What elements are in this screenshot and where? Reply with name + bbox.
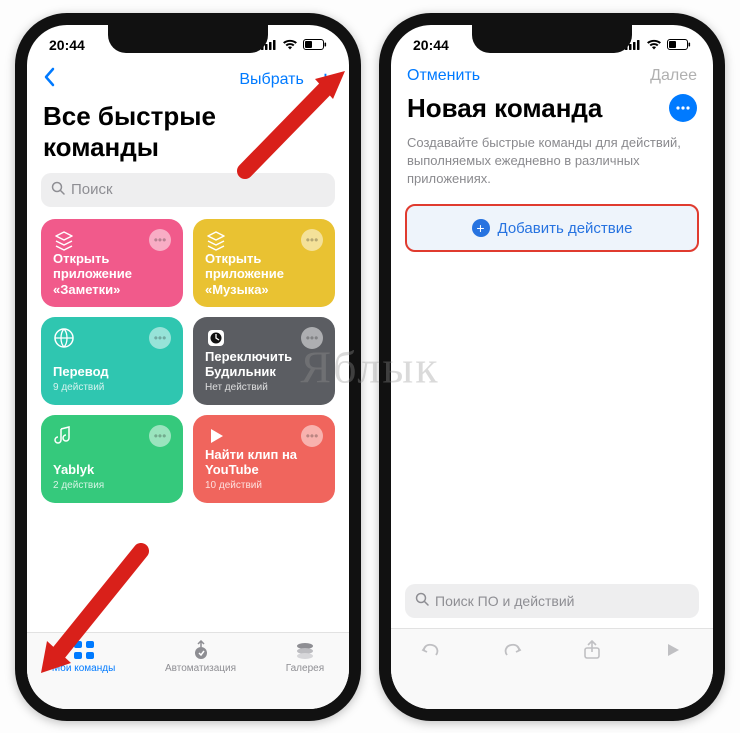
tab-label: Мои команды	[52, 663, 115, 674]
share-button[interactable]	[579, 639, 605, 661]
shortcut-card[interactable]: ••• Перевод 9 действий	[41, 317, 183, 405]
tab-my-commands[interactable]: Мои команды	[52, 639, 115, 674]
add-shortcut-button[interactable]: +	[318, 67, 333, 93]
shortcut-title: Переключить Будильник	[205, 349, 323, 380]
shortcut-icon	[205, 327, 227, 349]
search-placeholder: Поиск	[71, 181, 113, 198]
card-more-button[interactable]: •••	[149, 327, 171, 349]
tab-automation[interactable]: Автоматизация	[165, 639, 236, 674]
shortcut-card[interactable]: •••Открыть приложение «Заметки»	[41, 219, 183, 307]
battery-icon	[667, 39, 691, 50]
plus-icon: +	[472, 219, 490, 237]
undo-button[interactable]	[418, 639, 444, 661]
redo-button[interactable]	[499, 639, 525, 661]
toolbar	[391, 628, 713, 709]
page-title: Все быстрые команды	[27, 97, 349, 173]
add-action-button[interactable]: + Добавить действие	[405, 204, 699, 252]
shortcut-card[interactable]: •••Найти клип на YouTube 10 действий	[193, 415, 335, 503]
search-icon	[415, 592, 429, 609]
shortcut-title: Открыть приложение «Заметки»	[53, 251, 171, 298]
phone-frame-right: 20:44 Отменить Далее Но	[379, 13, 725, 721]
cancel-button[interactable]: Отменить	[407, 67, 480, 85]
card-more-button[interactable]: •••	[149, 425, 171, 447]
shortcut-icon	[53, 425, 75, 447]
shortcut-title: Найти клип на YouTube	[205, 447, 323, 478]
description-text: Создавайте быстрые команды для действий,…	[391, 134, 713, 205]
tab-label: Галерея	[286, 663, 324, 674]
search-input[interactable]: Поиск	[41, 173, 335, 207]
tab-bar: Мои команды Автоматизация Галерея	[27, 632, 349, 709]
status-time: 20:44	[413, 37, 449, 53]
page-title-text: Все быстрые команды	[43, 101, 333, 163]
shortcut-title: Перевод	[53, 364, 171, 380]
shortcut-card[interactable]: ••• Yablyk 2 действия	[41, 415, 183, 503]
shortcut-title: Yablyk	[53, 462, 171, 478]
notch	[108, 25, 268, 53]
page-title-text: Новая команда	[407, 93, 602, 124]
shortcut-icon	[205, 229, 227, 251]
shortcut-subtitle: 2 действия	[53, 480, 171, 491]
more-button[interactable]	[669, 94, 697, 122]
grid-icon	[71, 639, 97, 661]
card-more-button[interactable]: •••	[149, 229, 171, 251]
gallery-icon	[292, 639, 318, 661]
next-button[interactable]: Далее	[650, 67, 697, 85]
shortcut-card[interactable]: •••Переключить Будильник Нет действий	[193, 317, 335, 405]
wifi-icon	[282, 39, 298, 50]
shortcut-subtitle: 9 действий	[53, 382, 171, 393]
shortcut-icon	[53, 229, 75, 251]
back-button[interactable]	[43, 67, 55, 93]
select-button[interactable]: Выбрать	[239, 71, 303, 89]
search-placeholder: Поиск ПО и действий	[435, 593, 575, 609]
tab-label: Автоматизация	[165, 663, 236, 674]
card-more-button[interactable]: •••	[301, 327, 323, 349]
page-title: Новая команда	[391, 89, 713, 134]
shortcut-card[interactable]: •••Открыть приложение «Музыка»	[193, 219, 335, 307]
shortcut-subtitle: Нет действий	[205, 382, 323, 393]
automation-icon	[188, 639, 214, 661]
shortcut-title: Открыть приложение «Музыка»	[205, 251, 323, 298]
play-button[interactable]	[660, 639, 686, 661]
shortcut-icon	[53, 327, 75, 349]
wifi-icon	[646, 39, 662, 50]
tab-gallery[interactable]: Галерея	[286, 639, 324, 674]
notch	[472, 25, 632, 53]
navbar: Выбрать +	[27, 65, 349, 97]
shortcut-subtitle: 10 действий	[205, 480, 323, 491]
status-time: 20:44	[49, 37, 85, 53]
card-more-button[interactable]: •••	[301, 229, 323, 251]
card-more-button[interactable]: •••	[301, 425, 323, 447]
navbar: Отменить Далее	[391, 65, 713, 89]
shortcut-icon	[205, 425, 227, 447]
add-action-label: Добавить действие	[498, 220, 633, 237]
search-icon	[51, 181, 65, 199]
battery-icon	[303, 39, 327, 50]
phone-frame-left: 20:44 Выбрать	[15, 13, 361, 721]
search-actions-input[interactable]: Поиск ПО и действий	[405, 584, 699, 618]
